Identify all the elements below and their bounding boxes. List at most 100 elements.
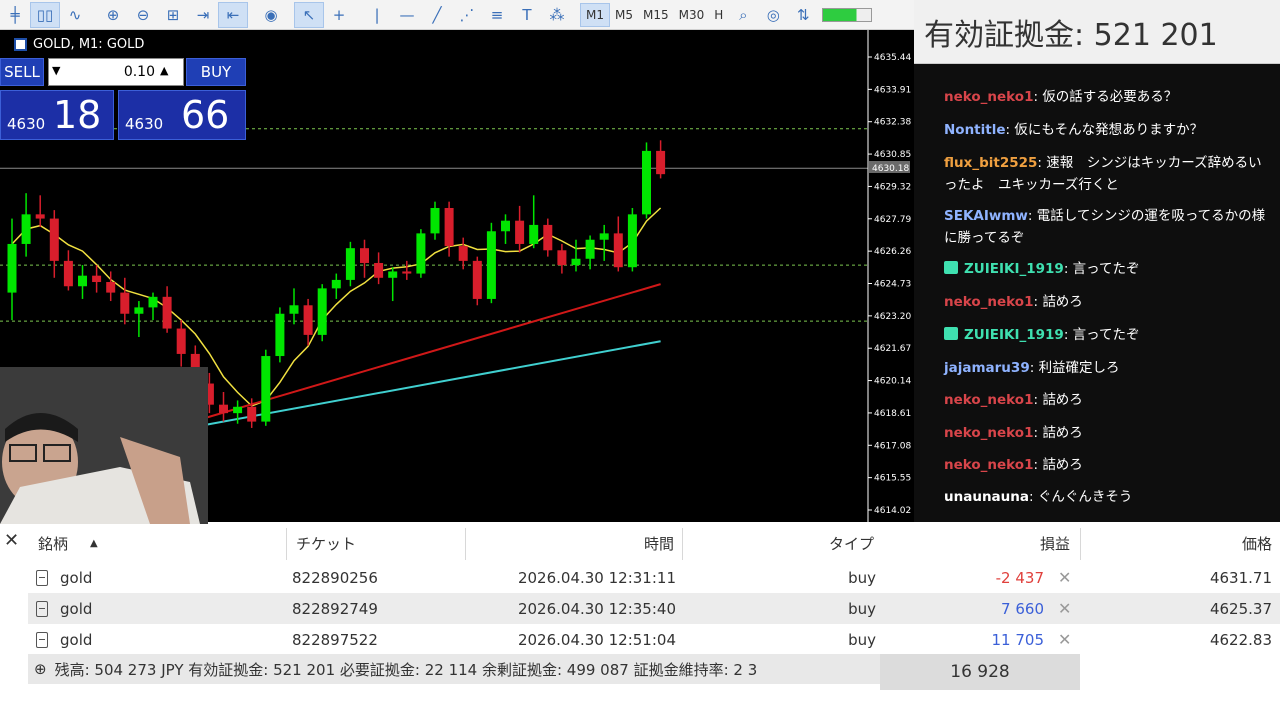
gift-icon [944,261,958,274]
cell-profit: 11 705 [991,630,1045,649]
chat-username[interactable]: ZUIEIKI_1919 [964,327,1064,343]
candle-body [162,296,172,329]
chat-text: ぐんぐんきそう [1037,489,1133,505]
cursor-icon[interactable]: ↖ [294,1,324,28]
chat-separator: : [1033,457,1043,473]
candle-body [613,233,623,268]
current-price-marker: 4630.18 [869,161,910,174]
chat-username[interactable]: jajamaru39 [944,360,1030,376]
chat-username[interactable]: ZUIEIKI_1919 [964,261,1064,277]
account-icon[interactable]: ◎ [758,2,788,28]
chat-text: 詰めろ [1042,392,1083,408]
text-icon[interactable]: T [512,2,542,28]
price-tick-label: 4635.44 [874,53,911,63]
cell-ticket: 822892749 [292,599,378,618]
header-price[interactable]: 価格 [1084,530,1272,556]
chat-username[interactable]: neko_neko1 [944,457,1033,473]
cell-profit: 7 660 [1001,599,1044,618]
candle-body [585,239,595,259]
crosshair-icon[interactable]: + [324,2,354,28]
candle-body [63,260,73,287]
chat-username[interactable]: neko_neko1 [944,294,1033,310]
horizontal-line-icon[interactable]: — [392,2,422,28]
candle-body [501,220,510,232]
screenshot-icon[interactable]: ◉ [256,2,286,28]
price-tick-label: 4630.85 [874,150,911,160]
one-click-trading-panel: SELL 0.10 ▼ ▲ BUY 4630 18 4630 66 [0,58,246,168]
lot-increase-icon[interactable]: ▲ [160,64,168,77]
table-row[interactable]: gold 822897522 2026.04.30 12:51:04 buy 11 70… [28,624,1280,655]
chat-separator: : [1033,392,1043,408]
table-row[interactable]: gold 822892749 2026.04.30 12:35:40 buy 7 660… [28,593,1280,624]
shapes-icon[interactable]: ⁂ [542,2,572,28]
polyline-icon[interactable]: ⋰ [452,2,482,28]
cell-ticket: 822890256 [292,568,378,587]
price-tick-label: 4632.38 [874,118,911,128]
chat-message: neko_neko1: 詰めろ [944,454,1274,476]
price-tick-label: 4620.14 [874,377,911,387]
chat-username[interactable]: neko_neko1 [944,425,1033,441]
timeframe-m30[interactable]: M30 [674,3,710,27]
header-profit[interactable]: 損益 [884,530,1070,556]
timeframe-m5[interactable]: M5 [610,3,638,27]
timeframe-m15[interactable]: M15 [638,3,674,27]
candle-body [543,224,553,251]
chat-username[interactable]: neko_neko1 [944,392,1033,408]
timeframe-h[interactable]: H [709,3,728,27]
timeframe-m1[interactable]: M1 [580,2,610,27]
close-position-icon[interactable]: ✕ [1058,624,1071,655]
search-icon[interactable]: ⌕ [728,2,758,28]
bar-chart-icon[interactable]: ╪ [0,2,30,28]
webcam-figure [0,367,208,524]
sell-price-box[interactable]: 4630 18 [0,90,114,140]
chat-username[interactable]: Nontitle [944,122,1006,138]
chart-shift-icon[interactable]: ⇤ [218,1,248,28]
autoscroll-icon[interactable]: ⇥ [188,2,218,28]
chat-username[interactable]: unaunauna [944,489,1029,505]
candle-body [444,208,454,247]
buy-button[interactable]: BUY [186,58,246,86]
expand-icon[interactable]: ⊕ [34,660,47,678]
lot-decrease-icon[interactable]: ▼ [52,64,60,77]
candle-body [458,246,468,261]
trendline-icon[interactable]: ╱ [422,2,452,28]
chat-text: 言ってたぞ [1072,261,1140,277]
zoom-in-icon[interactable]: ⊕ [98,2,128,28]
zoom-out-icon[interactable]: ⊖ [128,2,158,28]
header-symbol[interactable]: 銘柄 ▲ [38,530,98,556]
signal-icon[interactable]: ⇅ [788,2,818,28]
close-icon[interactable]: ✕ [4,530,19,551]
table-row[interactable]: gold 822890256 2026.04.30 12:31:11 buy -2 43… [28,562,1280,593]
vertical-line-icon[interactable]: | [362,2,392,28]
buy-price-digits: 66 [181,93,230,137]
chat-separator: : [1033,89,1043,105]
close-position-icon[interactable]: ✕ [1058,593,1071,624]
column-divider [465,528,466,560]
grid-icon[interactable]: ⊞ [158,2,188,28]
close-position-icon[interactable]: ✕ [1058,562,1071,593]
candle-body [571,258,581,266]
price-tick-label: 4615.55 [874,474,911,484]
sell-button[interactable]: SELL [0,58,44,86]
header-type[interactable]: タイプ [686,530,874,556]
chat-message: flux_bit2525: 速報 シンジはキッカーズ辞めるいったよ ユキッカーズ… [944,152,1274,196]
chat-text: 詰めろ [1042,294,1083,310]
candle-body [486,231,496,299]
line-chart-icon[interactable]: ∿ [60,2,90,28]
chat-username[interactable]: neko_neko1 [944,89,1033,105]
header-ticket[interactable]: チケット [296,530,356,556]
chart-toolbar: ╪ ▯▯ ∿ ⊕ ⊖ ⊞ ⇥ ⇤ ◉ ↖ + | — ╱ ⋰ ≡ T ⁂ M1 … [0,0,914,30]
chat-separator: : [1027,208,1037,224]
candle-body [233,406,243,414]
header-time[interactable]: 時間 [468,530,674,556]
sell-price-prefix: 4630 [7,115,46,133]
candle-body [106,282,116,293]
column-divider [682,528,683,560]
candle-body [331,279,341,289]
chat-username[interactable]: SEKAIwmw [944,208,1028,224]
candlestick-icon[interactable]: ▯▯ [30,1,60,28]
candle-body [529,224,539,244]
chat-username[interactable]: flux_bit2525 [944,155,1037,171]
fibonacci-icon[interactable]: ≡ [482,2,512,28]
buy-price-box[interactable]: 4630 66 [118,90,246,140]
